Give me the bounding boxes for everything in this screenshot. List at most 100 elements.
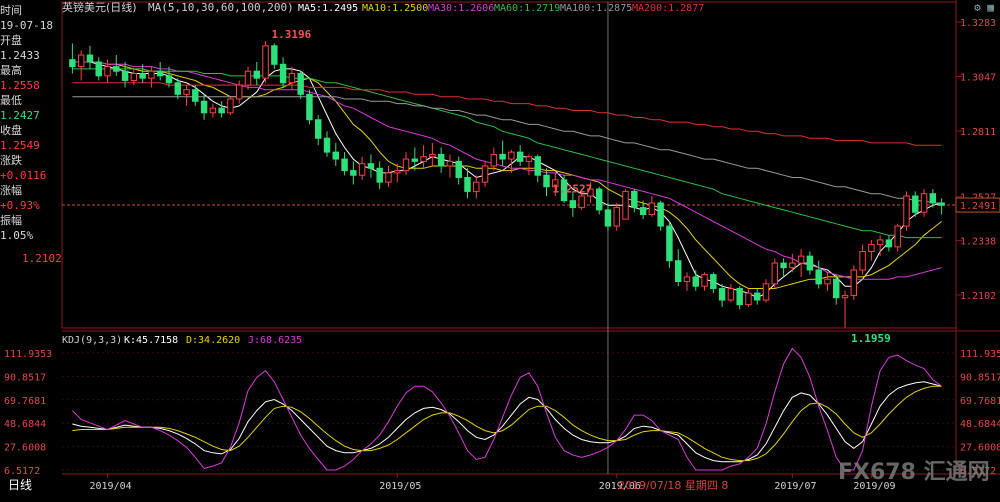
candle-body <box>446 160 454 167</box>
settings-icon[interactable]: ⚙ <box>974 1 981 14</box>
close-value: 1.2549 <box>0 139 40 152</box>
candle-body <box>736 287 743 306</box>
candle-body <box>674 260 682 283</box>
candle-body <box>69 59 76 68</box>
ma-legend-item: MA100:1.2875 <box>560 3 632 14</box>
crosshair-date-label: 2019/07/18 星期四 8 <box>618 479 728 492</box>
candle-body <box>279 63 287 84</box>
candle-body <box>850 269 858 296</box>
candle-body <box>437 153 445 167</box>
candle-body <box>200 100 208 114</box>
candle-body <box>701 274 708 287</box>
candle-body <box>824 278 831 285</box>
candle-body <box>604 209 612 227</box>
candle-body <box>578 195 585 209</box>
grid-view-icon[interactable]: ▦ <box>987 1 994 14</box>
kdj-tick-label-left: 48.6844 <box>4 419 46 430</box>
time-tick-label: 2019/04 <box>90 481 132 492</box>
swing-value: 1.05% <box>0 229 34 242</box>
kdj-tick-label-left: 111.9353 <box>4 349 52 360</box>
candle-body <box>499 153 506 160</box>
candle-body <box>95 61 102 77</box>
candle-body <box>876 239 884 246</box>
candle-body <box>192 89 199 102</box>
change-value: +0.0116 <box>0 169 47 182</box>
amp-label: 涨幅 <box>0 184 22 197</box>
kdj-k-value: K:45.7158 <box>124 335 178 346</box>
kdj-tick-label-left: 6.5172 <box>4 466 40 477</box>
candle-body <box>473 181 480 192</box>
ma-legend-item: MA10:1.2500 <box>362 3 428 14</box>
kdj-tick-label-left: 69.7681 <box>4 396 46 407</box>
open-label: 开盘 <box>0 34 22 47</box>
close-label: 收盘 <box>0 124 22 137</box>
candle-body <box>938 202 945 206</box>
time-label: 时间 <box>0 4 22 17</box>
candle-body <box>841 294 849 299</box>
candle-body <box>692 276 699 287</box>
candle-body <box>525 156 533 162</box>
chart-stage: 1.2102 1.2338 1.2527 1.2811 1.3047 1.3283 6.51… <box>4 0 1000 492</box>
amp-value: +0.93% <box>0 199 40 212</box>
low-value: 1.2427 <box>0 109 40 122</box>
ma-params-label: MA(5,10,30,60,100,200) <box>148 1 294 14</box>
kdj-tick-label-right: 69.7681 <box>960 396 1000 407</box>
open-value: 1.2433 <box>0 49 40 62</box>
candle-body <box>156 70 164 77</box>
candle-body <box>718 287 726 301</box>
high-value: 1.2558 <box>0 79 40 92</box>
candle-body <box>894 225 901 248</box>
left-axis-value: 1.2102 <box>22 252 62 265</box>
price-tick-label: 1.3283 <box>960 18 996 29</box>
extreme-price-annotation: 1.2527 <box>553 183 593 196</box>
candle-body <box>253 70 260 79</box>
candle-body <box>358 163 366 176</box>
candle-body <box>385 172 392 183</box>
candle-body <box>639 207 647 216</box>
candle-body <box>508 151 515 160</box>
candle-body <box>912 195 919 213</box>
candle-body <box>455 160 462 179</box>
price-tick-label: 1.2102 <box>960 291 996 302</box>
candle-body <box>218 107 225 114</box>
candle-body <box>885 239 893 248</box>
candle-body <box>543 174 550 188</box>
candle-body <box>780 262 787 269</box>
ma-legend-item: MA60:1.2719 <box>494 3 560 14</box>
candle-body <box>657 202 664 227</box>
chart-title: 英镑美元(日线) <box>62 0 137 14</box>
candle-body <box>762 283 770 301</box>
candle-body <box>920 193 928 213</box>
candle-body <box>350 170 357 176</box>
price-tick-label: 1.2811 <box>960 127 996 138</box>
kdj-chart[interactable] <box>72 347 942 471</box>
watermark: FX678 汇通网 <box>838 460 990 485</box>
candle-body <box>113 66 120 72</box>
ma-line-ma10 <box>72 61 942 289</box>
candle-body <box>464 177 471 192</box>
grid-layer <box>61 0 1000 475</box>
period-tab[interactable]: 日线 <box>8 478 32 492</box>
ma-line-ma60 <box>72 68 942 239</box>
candle-body <box>929 193 937 204</box>
swing-label: 振幅 <box>0 214 22 227</box>
candle-body <box>481 165 489 183</box>
candle-body <box>148 70 155 79</box>
kdj-tick-label-right: 111.9353 <box>960 349 1000 360</box>
time-tick-label: 2019/07 <box>774 481 816 492</box>
candle-body <box>411 158 419 162</box>
candle-body <box>227 98 234 114</box>
candle-body <box>815 269 822 285</box>
price-chart[interactable] <box>69 41 945 328</box>
candle-body <box>595 188 603 211</box>
candle-body <box>315 119 322 139</box>
candle-body <box>710 274 717 289</box>
ma-legend-item: MA30:1.2606 <box>428 3 494 14</box>
low-label: 最低 <box>0 94 22 107</box>
toolbar-icons: ⚙ ▦ <box>974 1 994 14</box>
candle-body <box>235 84 243 100</box>
candle-body <box>648 202 656 216</box>
price-tick-label: 1.3047 <box>960 73 996 84</box>
candle-body <box>341 158 348 172</box>
candle-body <box>833 278 840 299</box>
